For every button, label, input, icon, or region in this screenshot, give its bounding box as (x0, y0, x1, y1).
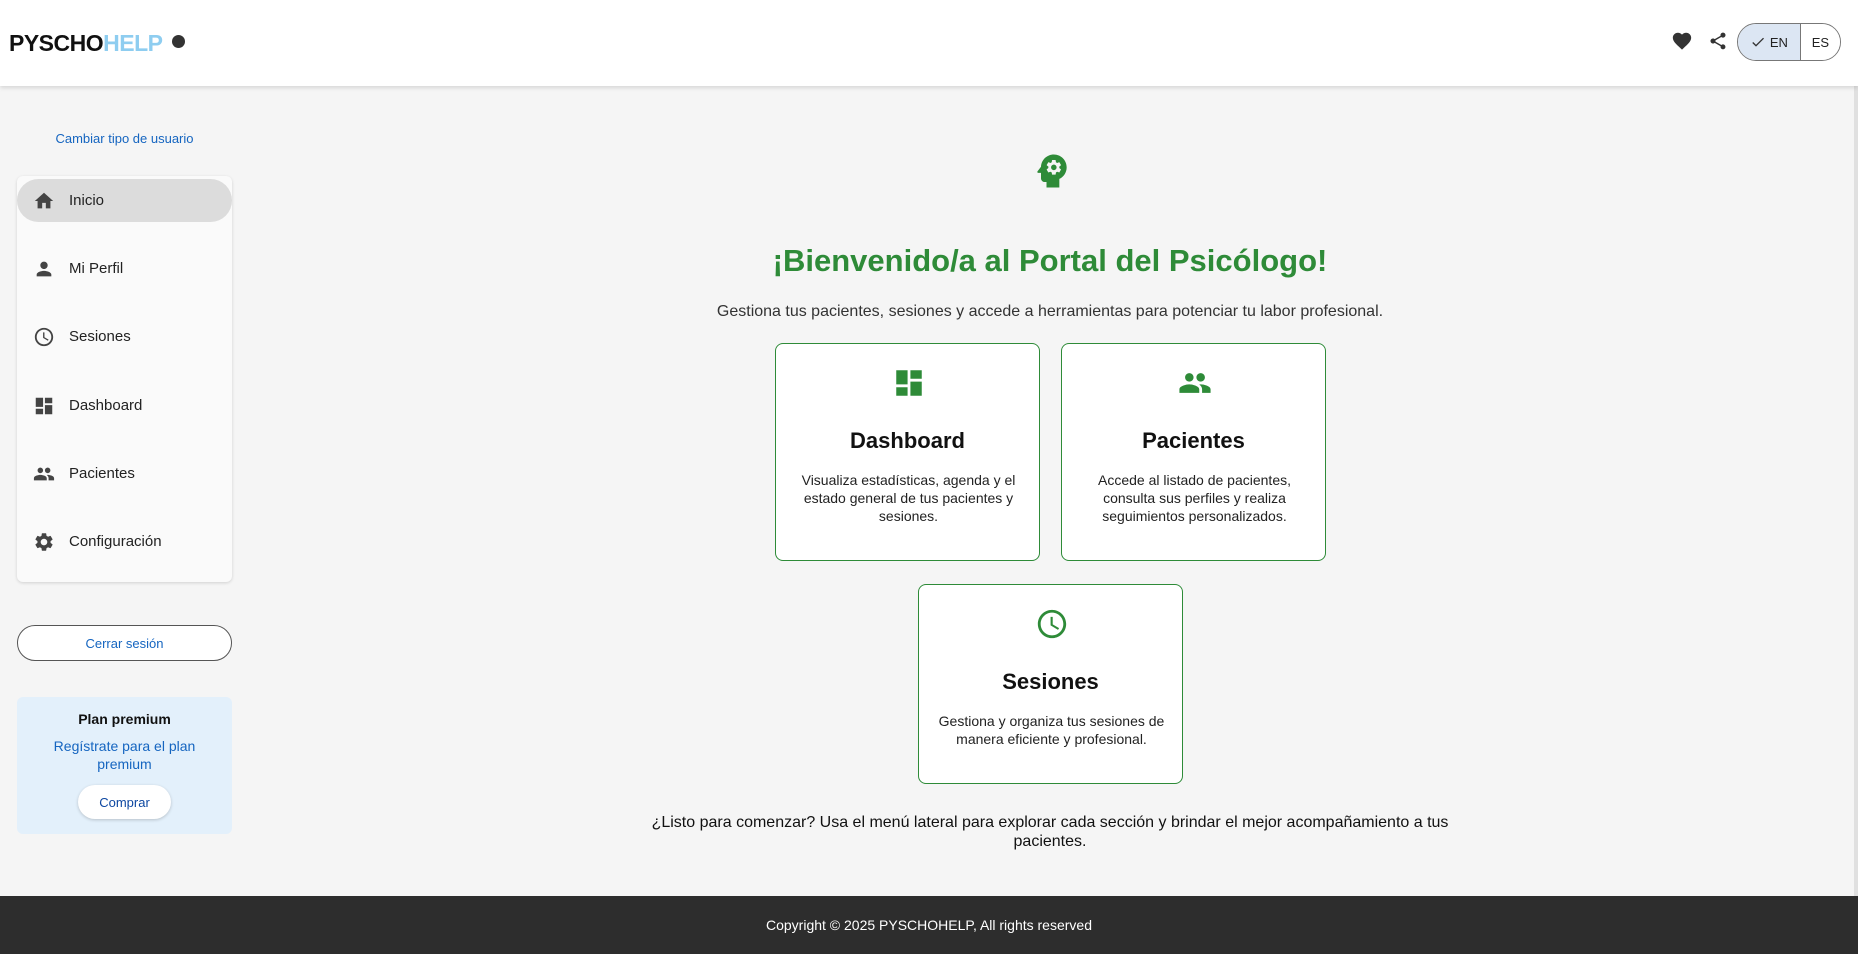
card-title: Pacientes (1142, 428, 1245, 453)
top-header: PYSCHOHELP EN ES (0, 0, 1858, 86)
lang-label-es: ES (1811, 34, 1830, 50)
sidebar-item-mi-perfil[interactable]: Mi Perfil (17, 247, 232, 290)
share-icon[interactable] (1705, 28, 1731, 54)
sidebar-item-pacientes[interactable]: Pacientes (17, 452, 232, 495)
logo-text-dark: PYSCHO (9, 30, 104, 56)
card-description: Gestiona y organiza tus sesiones de mane… (938, 713, 1165, 747)
card-title: Dashboard (850, 428, 965, 453)
dashboard-icon (35, 397, 53, 414)
switch-user-type-link[interactable]: Cambiar tipo de usuario (17, 131, 232, 146)
home-icon (34, 192, 54, 208)
footer: Copyright © 2025 PYSCHOHELP, All rights … (0, 896, 1858, 954)
card-title: Sesiones (1002, 669, 1099, 694)
people-icon (33, 467, 55, 480)
lang-option-en[interactable]: EN (1738, 24, 1801, 60)
lang-label-en: EN (1769, 34, 1788, 50)
card-dashboard[interactable]: Dashboard Visualiza estadísticas, agenda… (775, 343, 1040, 561)
clock-icon (1037, 609, 1067, 639)
sidebar-item-label: Configuración (69, 533, 162, 550)
clock-icon (34, 327, 54, 346)
app-logo[interactable]: PYSCHOHELP (9, 30, 163, 57)
premium-plan-card: Plan premium Regístrate para el plan pre… (17, 697, 232, 834)
heart-icon[interactable] (1669, 28, 1695, 54)
status-dot (172, 35, 185, 48)
sidebar-item-label: Mi Perfil (69, 260, 124, 277)
page-scrollbar[interactable] (1854, 86, 1858, 896)
premium-signup-link[interactable]: Regístrate para el plan premium (37, 737, 212, 773)
sidebar-item-label: Inicio (69, 192, 105, 209)
sidebar-nav: Inicio Mi Perfil Sesiones Dashboard Paci… (17, 176, 232, 582)
page-subtitle: Gestiona tus pacientes, sesiones y acced… (716, 303, 1384, 320)
sidebar-item-configuracion[interactable]: Configuración (17, 520, 232, 563)
logo-text-light: HELP (103, 30, 163, 56)
premium-title: Plan premium (78, 711, 171, 727)
card-description: Visualiza estadísticas, agenda y el esta… (801, 472, 1016, 524)
buy-button[interactable]: Comprar (78, 785, 171, 819)
lang-option-es[interactable]: ES (1800, 24, 1840, 60)
person-icon (36, 261, 52, 276)
bottom-cta-text: ¿Listo para comenzar? Usa el menú latera… (651, 814, 1449, 850)
sidebar-item-inicio[interactable]: Inicio (17, 179, 232, 222)
dashboard-icon (896, 370, 922, 396)
card-sesiones[interactable]: Sesiones Gestiona y organiza tus sesione… (918, 584, 1183, 784)
card-pacientes[interactable]: Pacientes Accede al listado de pacientes… (1061, 343, 1326, 561)
check-icon (1752, 37, 1764, 47)
gear-icon (35, 532, 53, 551)
language-toggle: EN ES (1737, 23, 1841, 61)
sidebar-item-dashboard[interactable]: Dashboard (17, 384, 232, 427)
page-title: ¡Bienvenido/a al Portal del Psicólogo! (772, 243, 1328, 278)
logout-button[interactable]: Cerrar sesión (17, 625, 232, 661)
sidebar-item-sesiones[interactable]: Sesiones (17, 315, 232, 358)
card-description: Accede al listado de pacientes, consulta… (1097, 472, 1291, 524)
copyright-text: Copyright © 2025 PYSCHOHELP, All rights … (766, 917, 1092, 933)
sidebar-item-label: Dashboard (69, 397, 143, 414)
sidebar-item-label: Pacientes (69, 465, 135, 482)
psychology-head-icon (1030, 147, 1074, 195)
people-icon (1179, 373, 1211, 393)
sidebar-item-label: Sesiones (69, 328, 131, 345)
